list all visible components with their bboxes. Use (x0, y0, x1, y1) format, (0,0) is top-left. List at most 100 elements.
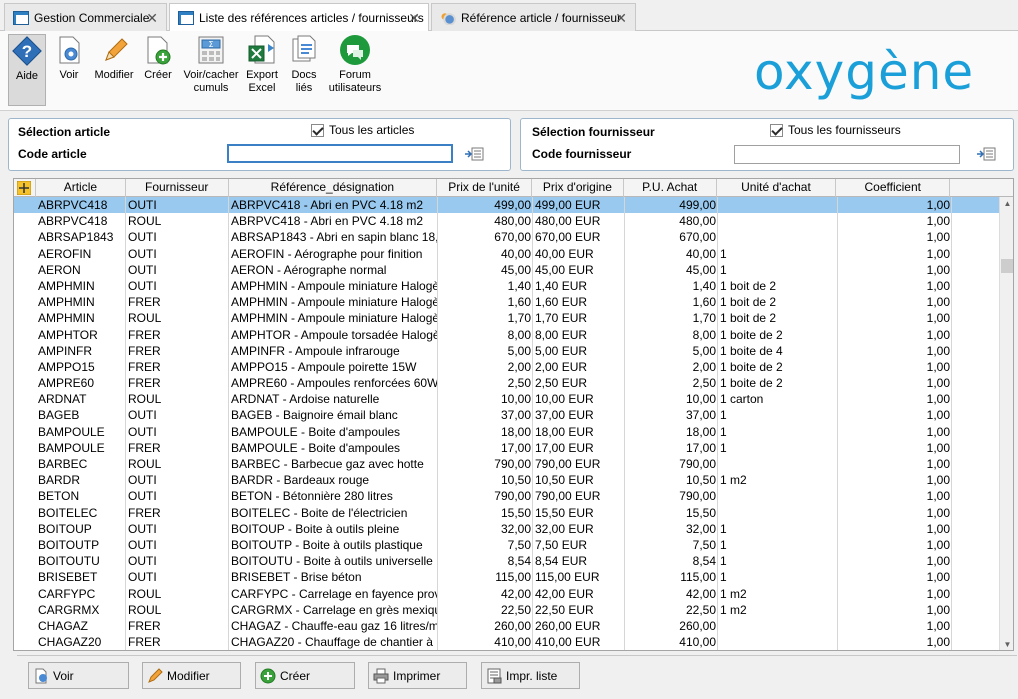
cell-coefficient[interactable]: 1,00 (838, 634, 952, 650)
table-row[interactable]: AMPPO15 FRER AMPPO15 - Ampoule poirette 15… (14, 358, 999, 376)
cell-pu-achat[interactable]: 18,00 (625, 423, 718, 440)
cell-pu-achat[interactable]: 8,00 (625, 326, 718, 343)
cell-prix-unite[interactable]: 499,00 (438, 197, 533, 214)
cell-coefficient[interactable]: 1,00 (838, 213, 952, 230)
cell-fournisseur[interactable]: OUTI (126, 245, 229, 262)
cell-unite-achat[interactable]: 1 (718, 536, 838, 554)
column-header-unite-achat[interactable]: Unité d'achat (717, 179, 837, 197)
cell-reference[interactable]: ABRPVC418 - Abri en PVC 4.18 m2 (229, 197, 438, 214)
cell-prix-unite[interactable]: 18,00 (438, 423, 533, 440)
cell-prix-origine[interactable]: 10,00 EUR (533, 391, 625, 408)
cell-coefficient[interactable]: 1,00 (838, 277, 952, 295)
cell-prix-unite[interactable]: 42,00 (438, 585, 533, 602)
cell-prix-unite[interactable]: 115,00 (438, 569, 533, 586)
cell-coefficient[interactable]: 1,00 (838, 197, 952, 214)
cell-fournisseur[interactable]: OUTI (126, 197, 229, 214)
cell-coefficient[interactable]: 1,00 (838, 229, 952, 246)
cell-prix-origine[interactable]: 5,00 EUR (533, 342, 625, 359)
cell-pu-achat[interactable]: 790,00 (625, 488, 718, 505)
cell-unite-achat[interactable]: 1 (718, 423, 838, 440)
cell-unite-achat[interactable]: 1 (718, 569, 838, 586)
cell-reference[interactable]: BOITELEC - Boite de l'électricien (229, 504, 438, 521)
cell-prix-unite[interactable]: 17,00 (438, 439, 533, 456)
cell-unite-achat[interactable]: 1 boit de 2 (718, 294, 838, 311)
cell-pu-achat[interactable]: 22,50 (625, 601, 718, 618)
cell-reference[interactable]: BAMPOULE - Boite d'ampoules (229, 439, 438, 456)
cell-coefficient[interactable]: 1,00 (838, 569, 952, 586)
cell-article[interactable]: AMPHMIN (36, 294, 126, 311)
cell-prix-unite[interactable]: 8,00 (438, 326, 533, 343)
cell-pu-achat[interactable]: 2,50 (625, 375, 718, 392)
close-icon[interactable]: ✕ (615, 10, 627, 27)
cell-article[interactable]: BOITOUTP (36, 536, 126, 554)
cell-fournisseur[interactable]: ROUL (126, 310, 229, 327)
cell-prix-unite[interactable]: 15,50 (438, 504, 533, 521)
cell-unite-achat[interactable]: 1 boit de 2 (718, 277, 838, 295)
cell-prix-origine[interactable]: 1,60 EUR (533, 294, 625, 311)
cell-unite-achat[interactable]: 1 (718, 245, 838, 262)
cell-reference[interactable]: BOITOUTU - Boite à outils universelle (229, 553, 438, 570)
column-header-article[interactable]: Article (36, 179, 126, 197)
cell-reference[interactable]: BOITOUTP - Boite à outils plastique (229, 536, 438, 554)
cell-unite-achat[interactable]: 1 (718, 261, 838, 278)
table-row[interactable]: BRISEBET OUTI BRISEBET - Brise béton 115,00… (14, 569, 999, 586)
cell-prix-origine[interactable]: 18,00 EUR (533, 423, 625, 440)
cell-prix-unite[interactable]: 2,00 (438, 358, 533, 376)
cell-reference[interactable]: ABRSAP1843 - Abri en sapin blanc 18, (229, 229, 438, 246)
cell-coefficient[interactable]: 1,00 (838, 536, 952, 554)
cell-pu-achat[interactable]: 42,00 (625, 585, 718, 602)
cell-pu-achat[interactable]: 480,00 (625, 213, 718, 230)
bottom-print-button[interactable]: Imprimer (368, 662, 467, 689)
cell-pu-achat[interactable]: 37,00 (625, 407, 718, 424)
all-articles-checkbox[interactable]: Tous les articles (311, 123, 414, 137)
cell-article[interactable]: BOITOUTU (36, 553, 126, 570)
cell-pu-achat[interactable]: 7,50 (625, 536, 718, 554)
table-row[interactable]: CARGRMX ROUL CARGRMX - Carrelage en grès m… (14, 601, 999, 618)
cell-pu-achat[interactable]: 410,00 (625, 634, 718, 650)
cell-pu-achat[interactable]: 260,00 (625, 617, 718, 635)
cell-pu-achat[interactable]: 1,40 (625, 277, 718, 295)
list-picker-icon[interactable] (464, 147, 484, 161)
cell-coefficient[interactable]: 1,00 (838, 294, 952, 311)
cell-prix-unite[interactable]: 1,40 (438, 277, 533, 295)
cell-pu-achat[interactable]: 15,50 (625, 504, 718, 521)
user-forum-button[interactable]: Forum utilisateurs (328, 34, 382, 95)
vertical-scrollbar[interactable]: ▲ ▼ (999, 197, 1013, 650)
cell-article[interactable]: BETON (36, 488, 126, 505)
cell-article[interactable]: AMPRE60 (36, 375, 126, 392)
cell-article[interactable]: BAGEB (36, 407, 126, 424)
cell-article[interactable]: BOITOUP (36, 520, 126, 537)
cell-prix-unite[interactable]: 670,00 (438, 229, 533, 246)
cell-pu-achat[interactable]: 670,00 (625, 229, 718, 246)
cell-unite-achat[interactable] (718, 229, 838, 246)
table-row[interactable]: AMPRE60 FRER AMPRE60 - Ampoules renforcées… (14, 375, 999, 392)
cell-unite-achat[interactable]: 1 boite de 2 (718, 326, 838, 343)
cell-prix-unite[interactable]: 40,00 (438, 245, 533, 262)
cell-unite-achat[interactable]: 1 (718, 407, 838, 424)
table-row[interactable]: BETON OUTI BETON - Bétonnière 280 litres 79… (14, 488, 999, 505)
cell-reference[interactable]: AEROFIN - Aérographe pour finition (229, 245, 438, 262)
cell-prix-origine[interactable]: 32,00 EUR (533, 520, 625, 537)
cell-prix-origine[interactable]: 670,00 EUR (533, 229, 625, 246)
cell-reference[interactable]: CHAGAZ20 - Chauffage de chantier à (229, 634, 438, 650)
cell-prix-unite[interactable]: 1,70 (438, 310, 533, 327)
cell-fournisseur[interactable]: OUTI (126, 229, 229, 246)
cell-coefficient[interactable]: 1,00 (838, 488, 952, 505)
all-suppliers-checkbox[interactable]: Tous les fournisseurs (770, 123, 901, 137)
cell-prix-unite[interactable]: 37,00 (438, 407, 533, 424)
table-row[interactable]: AMPINFR FRER AMPINFR - Ampoule infrarouge 5… (14, 342, 999, 359)
cell-fournisseur[interactable]: OUTI (126, 569, 229, 586)
cell-fournisseur[interactable]: OUTI (126, 553, 229, 570)
cell-reference[interactable]: BARBEC - Barbecue gaz avec hotte (229, 456, 438, 473)
cell-prix-origine[interactable]: 8,54 EUR (533, 553, 625, 570)
cell-fournisseur[interactable]: FRER (126, 294, 229, 311)
cell-coefficient[interactable]: 1,00 (838, 585, 952, 602)
cell-article[interactable]: CHAGAZ20 (36, 634, 126, 650)
cell-reference[interactable]: AMPHMIN - Ampoule miniature Halogè (229, 294, 438, 311)
list-picker-icon[interactable] (976, 147, 996, 161)
cell-fournisseur[interactable]: ROUL (126, 213, 229, 230)
cell-pu-achat[interactable]: 17,00 (625, 439, 718, 456)
cell-article[interactable]: BARBEC (36, 456, 126, 473)
cell-fournisseur[interactable]: ROUL (126, 585, 229, 602)
cell-pu-achat[interactable]: 10,00 (625, 391, 718, 408)
